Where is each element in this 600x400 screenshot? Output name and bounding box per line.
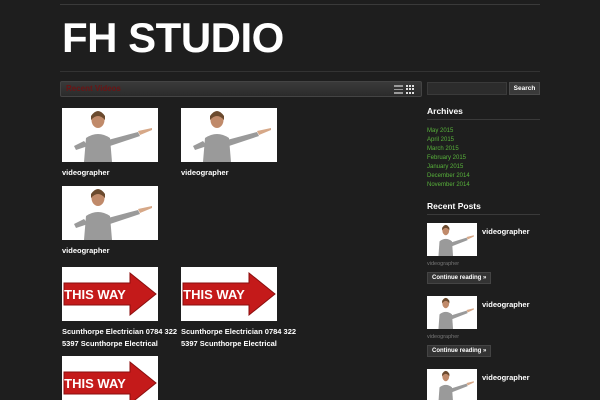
- this-way-arrow-image: THIS WAY: [63, 271, 157, 317]
- video-thumbnail[interactable]: [62, 186, 158, 240]
- this-way-arrow-image: THIS WAY: [182, 271, 276, 317]
- video-item[interactable]: videographer: [62, 186, 182, 257]
- archive-link[interactable]: November 2014: [427, 181, 470, 190]
- woman-pointing-image: [438, 297, 474, 329]
- woman-pointing-image: [438, 370, 474, 400]
- woman-pointing-image: [74, 189, 152, 240]
- top-divider: [60, 4, 540, 5]
- continue-reading-button[interactable]: Continue reading »: [427, 272, 492, 284]
- recent-post-thumbnail[interactable]: [427, 369, 477, 400]
- woman-pointing-image: [74, 111, 152, 162]
- recent-post-thumbnail[interactable]: [427, 223, 477, 256]
- recent-post-thumbnail[interactable]: [427, 296, 477, 329]
- header-divider: [60, 71, 540, 72]
- video-title[interactable]: Scunthorpe Electrician 0784 322 5397 Scu…: [181, 326, 301, 349]
- archives-list: May 2015 April 2015 March 2015 February …: [427, 127, 470, 190]
- video-item[interactable]: THIS WAY: [62, 356, 182, 400]
- recent-posts-title: Recent Posts: [427, 201, 481, 211]
- grid-view-icon[interactable]: [406, 85, 415, 94]
- site-title[interactable]: FH STUDIO: [62, 14, 284, 62]
- recent-post-title[interactable]: videographer: [482, 227, 530, 236]
- recent-posts-divider: [427, 214, 540, 215]
- svg-text:THIS WAY: THIS WAY: [64, 376, 126, 391]
- continue-reading-button[interactable]: Continue reading »: [427, 345, 492, 357]
- svg-text:THIS WAY: THIS WAY: [64, 287, 126, 302]
- recent-post-category[interactable]: videographer: [427, 261, 459, 267]
- recent-post-item: videographer videographer Continue readi…: [427, 296, 540, 362]
- video-item[interactable]: videographer: [181, 108, 301, 179]
- woman-pointing-image: [438, 224, 474, 256]
- list-view-icon[interactable]: [394, 85, 403, 94]
- search-input[interactable]: [427, 82, 507, 95]
- this-way-arrow-image: THIS WAY: [63, 360, 157, 400]
- recent-post-category[interactable]: videographer: [427, 334, 459, 340]
- video-title[interactable]: videographer: [181, 167, 301, 179]
- video-item[interactable]: THIS WAY Scunthorpe Electrician 0784 322…: [62, 267, 182, 349]
- video-thumbnail[interactable]: [181, 108, 277, 162]
- search-button[interactable]: Search: [509, 82, 540, 95]
- recent-post-item: videographer: [427, 369, 540, 400]
- video-thumbnail[interactable]: THIS WAY: [62, 267, 158, 321]
- recent-videos-title: Recent Videos: [66, 84, 121, 93]
- archive-link[interactable]: February 2015: [427, 154, 470, 163]
- archive-link[interactable]: January 2015: [427, 163, 470, 172]
- video-thumbnail[interactable]: THIS WAY: [62, 356, 158, 400]
- recent-videos-bar: Recent Videos: [60, 81, 422, 97]
- video-title[interactable]: videographer: [62, 167, 182, 179]
- woman-pointing-image: [193, 111, 271, 162]
- video-item[interactable]: THIS WAY Scunthorpe Electrician 0784 322…: [181, 267, 301, 349]
- video-thumbnail[interactable]: THIS WAY: [181, 267, 277, 321]
- archive-link[interactable]: April 2015: [427, 136, 470, 145]
- video-item[interactable]: videographer: [62, 108, 182, 179]
- recent-post-item: videographer videographer Continue readi…: [427, 223, 540, 289]
- recent-post-title[interactable]: videographer: [482, 300, 530, 309]
- video-title[interactable]: videographer: [62, 245, 182, 257]
- video-title[interactable]: Scunthorpe Electrician 0784 322 5397 Scu…: [62, 326, 182, 349]
- video-thumbnail[interactable]: [62, 108, 158, 162]
- archive-link[interactable]: March 2015: [427, 145, 470, 154]
- svg-text:THIS WAY: THIS WAY: [183, 287, 245, 302]
- archive-link[interactable]: May 2015: [427, 127, 470, 136]
- recent-post-title[interactable]: videographer: [482, 373, 530, 382]
- archives-divider: [427, 119, 540, 120]
- archives-title: Archives: [427, 106, 463, 116]
- archive-link[interactable]: December 2014: [427, 172, 470, 181]
